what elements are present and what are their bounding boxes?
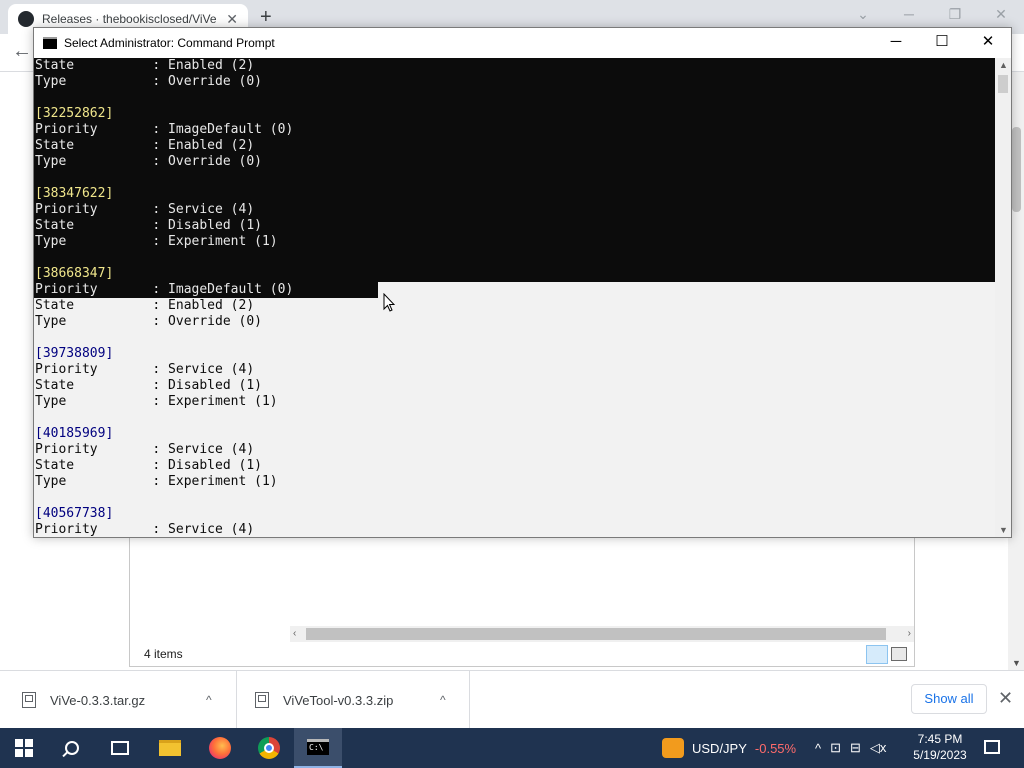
maximize-button[interactable]: ☐ [919,28,965,58]
console-line: Priority : Service (4) [35,362,255,377]
console-line: Type : Override (0) [35,154,262,169]
console-output[interactable]: State : Enabled (2) Type : Override (0) [3… [34,58,995,537]
notification-icon[interactable] [984,740,1000,754]
chrome-icon [258,737,280,759]
scrollbar-thumb[interactable] [306,628,886,640]
back-arrow-icon[interactable]: ← [12,40,32,63]
console-line: Type : Experiment (1) [35,474,278,489]
currency-icon [662,738,684,758]
feature-id-line: [32252862] [35,106,114,121]
feature-id-line: [38347622] [35,186,114,201]
console-line: Priority : ImageDefault (0) [35,282,294,297]
console-line: State : Disabled (1) [35,378,262,393]
show-all-button[interactable]: Show all [911,684,987,714]
mouse-pointer-icon [383,293,395,312]
command-prompt-window[interactable]: Select Administrator: Command Prompt ─ ☐… [33,27,1012,538]
feature-id-line: [40185969] [35,426,114,441]
cmd-title-bar[interactable]: Select Administrator: Command Prompt ─ ☐… [34,28,1011,58]
chevron-up-icon[interactable]: ^ [206,693,212,707]
ticker-change: -0.55% [754,740,797,756]
large-icons-view-icon[interactable] [891,647,907,661]
currency-ticker[interactable]: USD/JPY -0.55% [662,728,796,768]
wifi-icon[interactable]: ⊟ [850,740,861,756]
close-downloads-icon[interactable]: ✕ [998,688,1013,709]
scroll-right-icon[interactable]: › [908,626,911,642]
archive-file-icon [255,692,269,708]
volume-muted-icon[interactable]: ◁x [870,740,887,756]
browser-window-controls: ⌄ ─ ❐ ✕ [840,0,1024,30]
cmd-window-title: Select Administrator: Command Prompt [64,36,275,50]
file-explorer-button[interactable] [146,728,194,768]
console-line: Type : Override (0) [35,314,262,329]
tab-close-icon[interactable]: ✕ [226,11,238,28]
console-line: State : Enabled (2) [35,298,255,313]
search-button[interactable] [48,728,96,768]
scrollbar-thumb[interactable] [998,75,1008,93]
console-line: Priority : Service (4) [35,522,255,537]
browser-restore-button[interactable]: ❐ [932,0,978,30]
clock-time: 7:45 PM [917,732,963,746]
system-tray: ^ ⊡ ⊟ ◁x [815,728,895,768]
cmd-vertical-scrollbar[interactable]: ▲ ▼ [995,58,1011,537]
scroll-left-icon[interactable]: ‹ [293,626,296,642]
chrome-button[interactable] [245,728,293,768]
console-line: State : Disabled (1) [35,458,262,473]
scroll-up-icon[interactable]: ▲ [999,60,1008,70]
explorer-status-text: 4 items [144,647,183,661]
download-item[interactable]: ViVe-0.3.3.tar.gz ^ [0,671,237,729]
console-line: State : Enabled (2) [35,58,255,73]
browser-close-button[interactable]: ✕ [978,0,1024,30]
firefox-icon [209,737,231,759]
chevron-up-icon[interactable]: ^ [815,741,821,756]
tab-search-icon[interactable]: ⌄ [840,0,886,30]
cmd-app-icon [43,37,57,49]
download-filename: ViVe-0.3.3.tar.gz [50,692,146,708]
console-line: Type : Override (0) [35,74,262,89]
scrollbar-thumb[interactable] [1012,127,1021,212]
task-view-icon [111,741,129,755]
details-view-icon[interactable] [866,645,888,664]
feature-id-line: [38668347] [35,266,114,281]
feature-id-line: [39738809] [35,346,114,361]
network-icon[interactable]: ⊡ [830,740,841,756]
explorer-horizontal-scrollbar[interactable]: ‹ › [290,626,914,642]
clock[interactable]: 7:45 PM 5/19/2023 [905,731,975,763]
archive-file-icon [22,692,36,708]
chevron-up-icon[interactable]: ^ [440,693,446,707]
download-item[interactable]: ViVeTool-v0.3.3.zip ^ [237,671,470,729]
start-button[interactable] [0,728,48,768]
console-line: Type : Experiment (1) [35,234,278,249]
command-prompt-icon: C:\ [307,739,329,755]
task-view-button[interactable] [96,728,144,768]
search-icon [65,741,79,755]
firefox-button[interactable] [196,728,244,768]
console-line: Priority : Service (4) [35,202,255,217]
download-filename: ViVeTool-v0.3.3.zip [283,692,394,708]
github-icon [18,11,34,27]
console-line: Priority : Service (4) [35,442,255,457]
command-prompt-taskbar-button[interactable]: C:\ [294,728,342,768]
new-tab-button[interactable]: + [260,6,272,29]
explorer-file-list[interactable] [129,537,915,667]
console-line: State : Disabled (1) [35,218,262,233]
console-line: Priority : ImageDefault (0) [35,122,294,137]
folder-icon [159,740,181,756]
tab-title: Releases · thebookisclosed/ViVe [42,12,217,26]
ticker-symbol: USD/JPY [692,740,747,756]
clock-date: 5/19/2023 [913,748,967,762]
downloads-bar: ViVe-0.3.3.tar.gz ^ ViVeTool-v0.3.3.zip … [0,670,1024,729]
close-button[interactable]: ✕ [965,28,1011,58]
scroll-down-icon[interactable]: ▼ [1012,658,1021,668]
console-line: State : Enabled (2) [35,138,255,153]
scroll-down-icon[interactable]: ▼ [999,525,1008,535]
windows-logo-icon [15,739,33,757]
feature-id-line: [40567738] [35,506,114,521]
browser-minimize-button[interactable]: ─ [886,0,932,30]
console-line: Type : Experiment (1) [35,394,278,409]
minimize-button[interactable]: ─ [873,28,919,58]
